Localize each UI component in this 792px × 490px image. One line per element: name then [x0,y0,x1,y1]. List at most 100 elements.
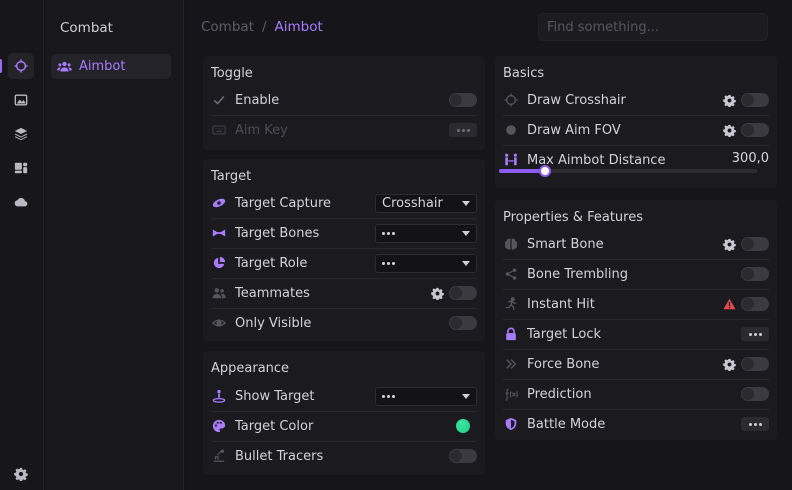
setting-label: Smart Bone [527,236,604,252]
setting-label: Target Color [235,418,314,434]
gear-icon[interactable] [723,358,736,371]
setting-row-prediction[interactable]: Prediction [503,379,769,409]
setting-label: Force Bone [527,356,600,372]
pie-icon [211,255,227,271]
setting-label: Teammates [235,285,310,301]
bullet-tracers-toggle[interactable] [449,449,477,463]
chevron-down-icon [462,230,470,236]
more-dots-icon [382,261,395,265]
setting-row-target-role[interactable]: Target Role [211,248,477,278]
target-lock-more-button[interactable] [741,327,769,341]
check-icon [211,92,227,108]
crosshair-icon[interactable] [8,53,34,79]
setting-label: Target Role [235,255,308,271]
teammates-toggle[interactable] [449,286,477,300]
instant-hit-toggle[interactable] [741,297,769,311]
setting-row-force-bone[interactable]: Force Bone [503,349,769,379]
panel-title: Target [211,169,252,184]
draw-aim-fov-toggle[interactable] [741,123,769,137]
target-capture-select[interactable]: Crosshair [375,193,477,213]
lock-icon [503,326,519,342]
icon-rail [0,0,44,490]
only-visible-toggle[interactable] [449,316,477,330]
setting-row-target-color[interactable]: Target Color [211,411,477,441]
subnav-item-aimbot[interactable]: Aimbot [51,54,171,79]
distance-value: 300,0 [731,150,769,166]
setting-row-draw-crosshair[interactable]: Draw Crosshair [503,85,769,115]
draw-crosshair-toggle[interactable] [741,93,769,107]
target-role-select[interactable] [375,253,477,273]
setting-label: Aim Key [235,122,288,138]
show-target-select[interactable] [375,386,477,406]
smart-bone-toggle[interactable] [741,237,769,251]
gear-icon[interactable] [431,287,444,300]
chevron-down-icon [462,200,470,206]
setting-label: Bullet Tracers [235,448,324,464]
panel-title: Basics [503,66,545,81]
target-bones-select[interactable] [375,223,477,243]
search-input[interactable]: Find something... [538,13,768,41]
setting-row-bone-trembling[interactable]: Bone Trembling [503,259,769,289]
setting-label: Target Bones [235,225,320,241]
setting-row-aim-key: Aim Key [211,115,477,145]
setting-label: Instant Hit [527,296,595,312]
setting-label: Target Capture [235,195,332,211]
panel-title: Appearance [211,361,290,376]
setting-label: Draw Aim FOV [527,122,621,138]
setting-label: Battle Mode [527,416,606,432]
tracer-icon [211,448,227,464]
bone-trembling-toggle[interactable] [741,267,769,281]
panel-title: Properties & Features [503,210,643,225]
setting-row-enable[interactable]: Enable [211,85,477,115]
gear-icon[interactable] [723,94,736,107]
keyboard-icon [211,122,227,138]
setting-row-teammates[interactable]: Teammates [211,278,477,308]
setting-row-instant-hit[interactable]: Instant Hit [503,289,769,319]
setting-label: Only Visible [235,315,312,331]
setting-row-bullet-tracers[interactable]: Bullet Tracers [211,441,477,471]
warning-icon [723,298,736,310]
main-content: Combat / Aimbot Find something... Toggle… [185,0,792,490]
chevron-down-icon [462,393,470,399]
setting-row-only-visible[interactable]: Only Visible [211,308,477,338]
cloud-icon[interactable] [8,189,34,215]
brain-icon [503,236,519,252]
capture-icon [211,195,227,211]
enable-toggle[interactable] [449,93,477,107]
category-title: Combat [60,20,113,36]
setting-row-target-capture[interactable]: Target Capture Crosshair [211,188,477,218]
layers-icon[interactable] [8,121,34,147]
chevron-down-icon [462,260,470,266]
setting-row-battle-mode[interactable]: Battle Mode [503,409,769,439]
gear-icon[interactable] [723,238,736,251]
active-indicator [0,59,2,73]
image-icon[interactable] [8,87,34,113]
settings-icon[interactable] [8,461,34,487]
gear-icon[interactable] [723,124,736,137]
setting-label: Draw Crosshair [527,92,626,108]
color-swatch[interactable] [456,419,470,433]
slider-handle[interactable] [539,165,552,177]
basics-panel: Basics Draw Crosshair Draw Aim FOV Max A… [495,56,777,188]
prediction-toggle[interactable] [741,387,769,401]
dashboard-icon[interactable] [8,155,34,181]
shield-icon [503,416,519,432]
battle-mode-more-button[interactable] [741,417,769,431]
toggle-panel: Toggle Enable Aim Key [203,56,485,150]
breadcrumb-root[interactable]: Combat [201,19,254,35]
setting-row-target-bones[interactable]: Target Bones [211,218,477,248]
setting-row-smart-bone[interactable]: Smart Bone [503,229,769,259]
target-panel: Target Target Capture Crosshair Target B… [203,159,485,341]
setting-row-target-lock[interactable]: Target Lock [503,319,769,349]
setting-row-draw-aim-fov[interactable]: Draw Aim FOV [503,115,769,145]
force-bone-toggle[interactable] [741,357,769,371]
function-icon [503,386,519,402]
more-dots-icon [382,231,395,235]
select-value: Crosshair [382,195,443,211]
panel-title: Toggle [211,66,253,81]
bone-icon [211,225,227,241]
setting-row-show-target[interactable]: Show Target [211,381,477,411]
distance-slider[interactable] [499,165,757,177]
users-icon [211,285,227,301]
crosshair-icon [503,92,519,108]
